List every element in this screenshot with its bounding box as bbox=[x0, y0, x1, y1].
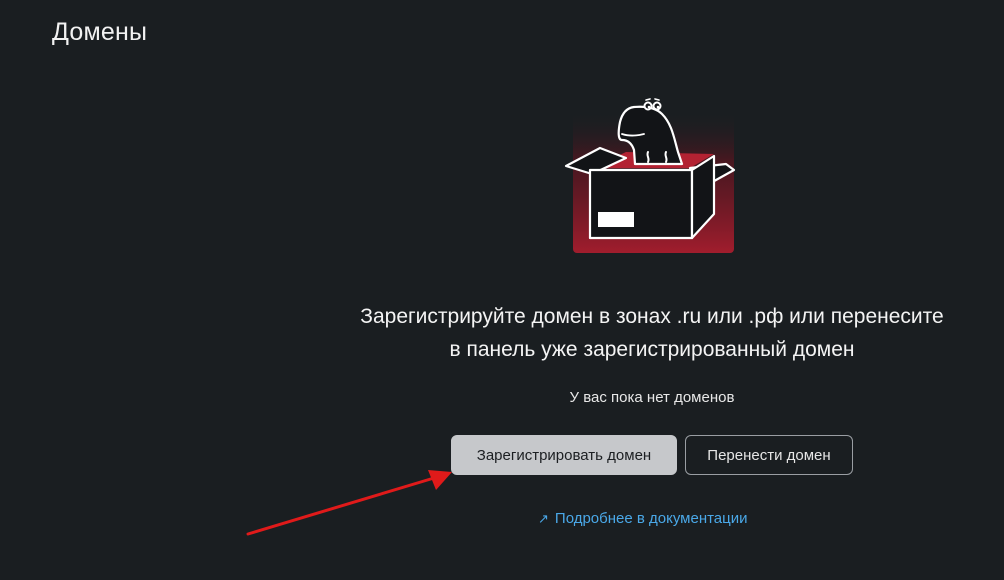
external-link-arrow-icon: ↗ bbox=[538, 511, 549, 526]
empty-state-headline: Зарегистрируйте домен в зонах .ru или .р… bbox=[300, 300, 1004, 366]
headline-line-1: Зарегистрируйте домен в зонах .ru или .р… bbox=[360, 305, 944, 328]
domains-page: Домены Зарегистрируйте домен в зонах .ru… bbox=[0, 0, 1004, 580]
documentation-link[interactable]: ↗ Подробнее в документации bbox=[538, 510, 748, 527]
no-domains-note: У вас пока нет доменов bbox=[569, 389, 735, 406]
transfer-domain-button[interactable]: Перенести домен bbox=[685, 435, 853, 475]
register-domain-button[interactable]: Зарегистрировать домен bbox=[451, 435, 677, 475]
page-title: Домены bbox=[52, 18, 148, 46]
headline-line-2: в панель уже зарегистрированный домен bbox=[449, 338, 855, 361]
annotation-arrow-icon bbox=[246, 470, 452, 536]
dino-box-illustration bbox=[564, 98, 736, 253]
documentation-link-label: Подробнее в документации bbox=[554, 510, 748, 527]
